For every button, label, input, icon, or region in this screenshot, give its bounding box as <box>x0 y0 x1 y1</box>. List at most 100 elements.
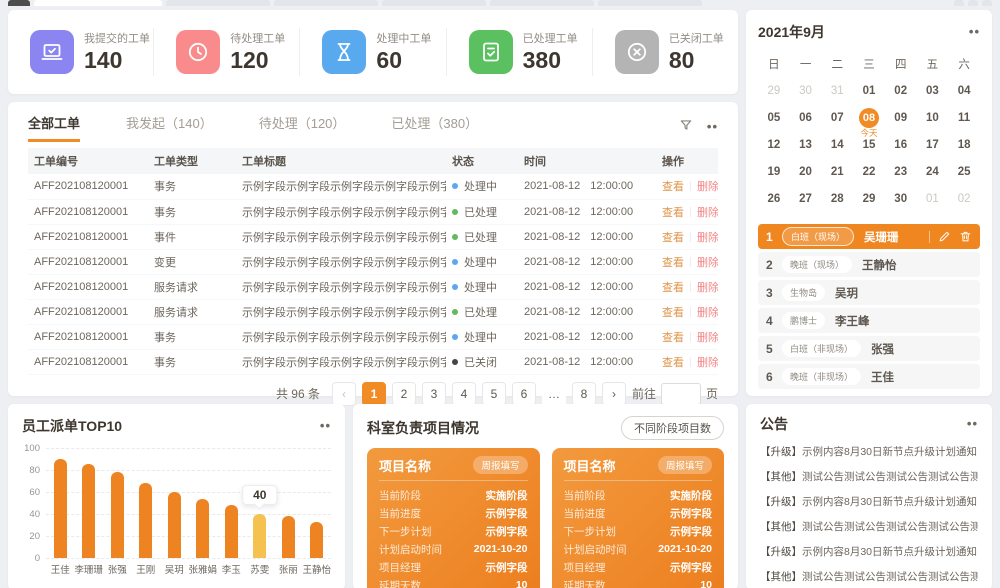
shift-item[interactable]: 6 晚班（非现场） 王佳 <box>758 364 980 389</box>
calendar-day[interactable]: 10 <box>917 104 949 131</box>
delete-link[interactable]: 删除 <box>697 232 718 244</box>
calendar-day[interactable]: 01 <box>853 77 885 104</box>
delete-link[interactable]: 删除 <box>697 307 718 319</box>
announcement-item[interactable]: 【升级】示例内容8月30日新节点升级计划通知 <box>760 490 978 515</box>
chart-bar[interactable] <box>168 492 181 558</box>
delete-link[interactable]: 删除 <box>697 282 718 294</box>
chart-bar[interactable] <box>253 514 266 558</box>
calendar-day[interactable]: 25 <box>948 158 980 185</box>
more-menu-icon[interactable]: •• <box>967 420 978 428</box>
browser-tab-chip[interactable] <box>968 0 978 6</box>
browser-tab-chip[interactable] <box>166 0 270 6</box>
announcement-item[interactable]: 【升级】示例内容8月30日新节点升级计划通知 <box>760 440 978 465</box>
delete-link[interactable]: 删除 <box>697 257 718 269</box>
shift-item[interactable]: 3 生物岛 吴玥 <box>758 280 980 305</box>
chart-bar[interactable] <box>310 522 323 558</box>
tab-workorders[interactable]: 我发起（140） <box>126 113 213 142</box>
calendar-day[interactable]: 29 <box>758 77 790 104</box>
calendar-day[interactable]: 01 <box>917 185 949 212</box>
calendar-day-today[interactable]: 08今天 <box>853 104 885 131</box>
chart-bar[interactable] <box>111 472 124 558</box>
calendar-day[interactable]: 28 <box>821 185 853 212</box>
view-link[interactable]: 查看 <box>662 307 684 319</box>
calendar-day[interactable]: 31 <box>821 77 853 104</box>
view-link[interactable]: 查看 <box>662 332 684 344</box>
calendar-day[interactable]: 14 <box>821 131 853 158</box>
calendar-day[interactable]: 22 <box>853 158 885 185</box>
calendar-day[interactable]: 11 <box>948 104 980 131</box>
calendar-day[interactable]: 24 <box>917 158 949 185</box>
tab-all-workorders[interactable]: 全部工单 <box>28 113 80 142</box>
view-link[interactable]: 查看 <box>662 257 684 269</box>
calendar-day[interactable]: 30 <box>885 185 917 212</box>
calendar-day[interactable]: 06 <box>790 104 822 131</box>
weekly-report-badge[interactable]: 周报填写 <box>658 456 712 474</box>
edit-icon[interactable] <box>938 230 951 243</box>
delete-link[interactable]: 删除 <box>697 357 718 369</box>
view-link[interactable]: 查看 <box>662 207 684 219</box>
calendar-day[interactable]: 29 <box>853 185 885 212</box>
page-button-1[interactable]: 1 <box>362 382 386 406</box>
view-link[interactable]: 查看 <box>662 181 684 193</box>
more-menu-icon[interactable]: •• <box>707 123 718 131</box>
more-menu-icon[interactable]: •• <box>320 422 331 430</box>
calendar-day[interactable]: 26 <box>758 185 790 212</box>
calendar-day[interactable]: 16 <box>885 131 917 158</box>
more-menu-icon[interactable]: •• <box>969 28 980 36</box>
page-button-5[interactable]: 5 <box>482 382 506 406</box>
browser-tab-chip[interactable] <box>490 0 594 6</box>
calendar-day[interactable]: 13 <box>790 131 822 158</box>
announcement-item[interactable]: 【升级】示例内容8月30日新节点升级计划通知 <box>760 540 978 565</box>
browser-tab-chip[interactable] <box>954 0 964 6</box>
calendar-day[interactable]: 05 <box>758 104 790 131</box>
tab-workorders[interactable]: 已处理（380） <box>391 113 478 142</box>
calendar-day[interactable]: 09 <box>885 104 917 131</box>
calendar-day[interactable]: 04 <box>948 77 980 104</box>
delete-link[interactable]: 删除 <box>697 332 718 344</box>
chart-bar[interactable] <box>139 483 152 558</box>
shift-item[interactable]: 4 鹏博士 李王峰 <box>758 308 980 333</box>
browser-tab-chip[interactable] <box>598 0 702 6</box>
calendar-day[interactable]: 27 <box>790 185 822 212</box>
calendar-day[interactable]: 02 <box>948 185 980 212</box>
shift-item[interactable]: 1 白班（现场） 吴珊珊 <box>758 224 980 249</box>
page-button-6[interactable]: 6 <box>512 382 536 406</box>
chart-bar[interactable] <box>225 505 238 558</box>
filter-icon[interactable] <box>679 118 693 137</box>
calendar-day[interactable]: 15 <box>853 131 885 158</box>
view-link[interactable]: 查看 <box>662 282 684 294</box>
calendar-day[interactable]: 30 <box>790 77 822 104</box>
delete-link[interactable]: 删除 <box>697 207 718 219</box>
chart-bar[interactable] <box>196 499 209 558</box>
browser-tab-chip[interactable] <box>382 0 486 6</box>
calendar-day[interactable]: 19 <box>758 158 790 185</box>
view-link[interactable]: 查看 <box>662 357 684 369</box>
view-link[interactable]: 查看 <box>662 232 684 244</box>
tab-workorders[interactable]: 待处理（120） <box>259 113 346 142</box>
browser-tab-chip[interactable] <box>34 0 162 6</box>
stage-count-button[interactable]: 不同阶段项目数 <box>621 416 724 440</box>
calendar-day[interactable]: 23 <box>885 158 917 185</box>
next-page-button[interactable]: › <box>602 382 626 406</box>
trash-icon[interactable] <box>959 230 972 243</box>
calendar-day[interactable]: 12 <box>758 131 790 158</box>
browser-tab-chip[interactable] <box>982 0 992 6</box>
page-ellipsis[interactable]: … <box>542 382 566 406</box>
chart-bar[interactable] <box>282 516 295 558</box>
calendar-day[interactable]: 07 <box>821 104 853 131</box>
prev-page-button[interactable]: ‹ <box>332 382 356 406</box>
shift-item[interactable]: 5 白班（非现场） 张强 <box>758 336 980 361</box>
calendar-day[interactable]: 17 <box>917 131 949 158</box>
page-button-8[interactable]: 8 <box>572 382 596 406</box>
chart-bar[interactable] <box>82 464 95 558</box>
announcement-item[interactable]: 【其他】测试公告测试公告测试公告测试公告测试公告 <box>760 515 978 540</box>
page-button-4[interactable]: 4 <box>452 382 476 406</box>
browser-tab-chip[interactable] <box>274 0 378 6</box>
weekly-report-badge[interactable]: 周报填写 <box>473 456 527 474</box>
calendar-day[interactable]: 18 <box>948 131 980 158</box>
page-button-2[interactable]: 2 <box>392 382 416 406</box>
calendar-day[interactable]: 21 <box>821 158 853 185</box>
announcement-item[interactable]: 【其他】测试公告测试公告测试公告测试公告测试公告 <box>760 565 978 588</box>
calendar-day[interactable]: 20 <box>790 158 822 185</box>
announcement-item[interactable]: 【其他】测试公告测试公告测试公告测试公告测试公告 <box>760 465 978 490</box>
